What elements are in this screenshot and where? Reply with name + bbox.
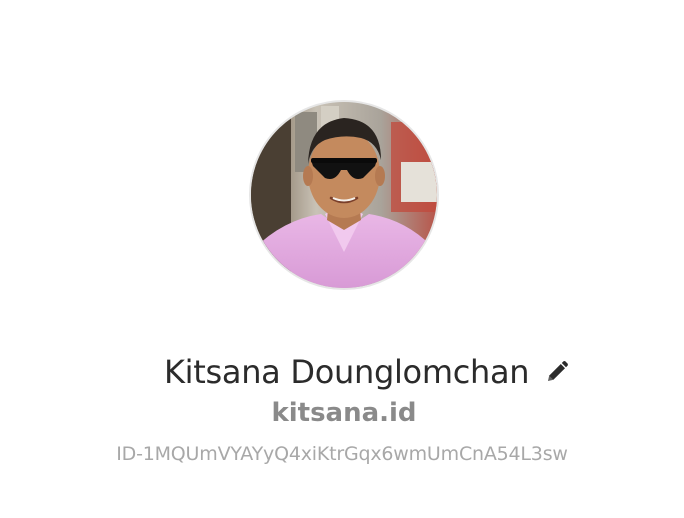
pencil-icon — [548, 361, 569, 381]
username: kitsana.id — [271, 398, 417, 428]
profile-card: Kitsana Dounglomchan kitsana.id ID-1MQUm… — [0, 0, 684, 518]
avatar[interactable] — [249, 100, 439, 290]
name-row: Kitsana Dounglomchan — [164, 348, 571, 396]
edit-name-button[interactable] — [543, 358, 571, 386]
display-name: Kitsana Dounglomchan — [164, 353, 530, 391]
profile-photo — [251, 102, 437, 288]
user-id: ID-1MQUmVYAYyQ4xiKtrGqx6wmUmCnA54L3sw — [116, 443, 568, 465]
